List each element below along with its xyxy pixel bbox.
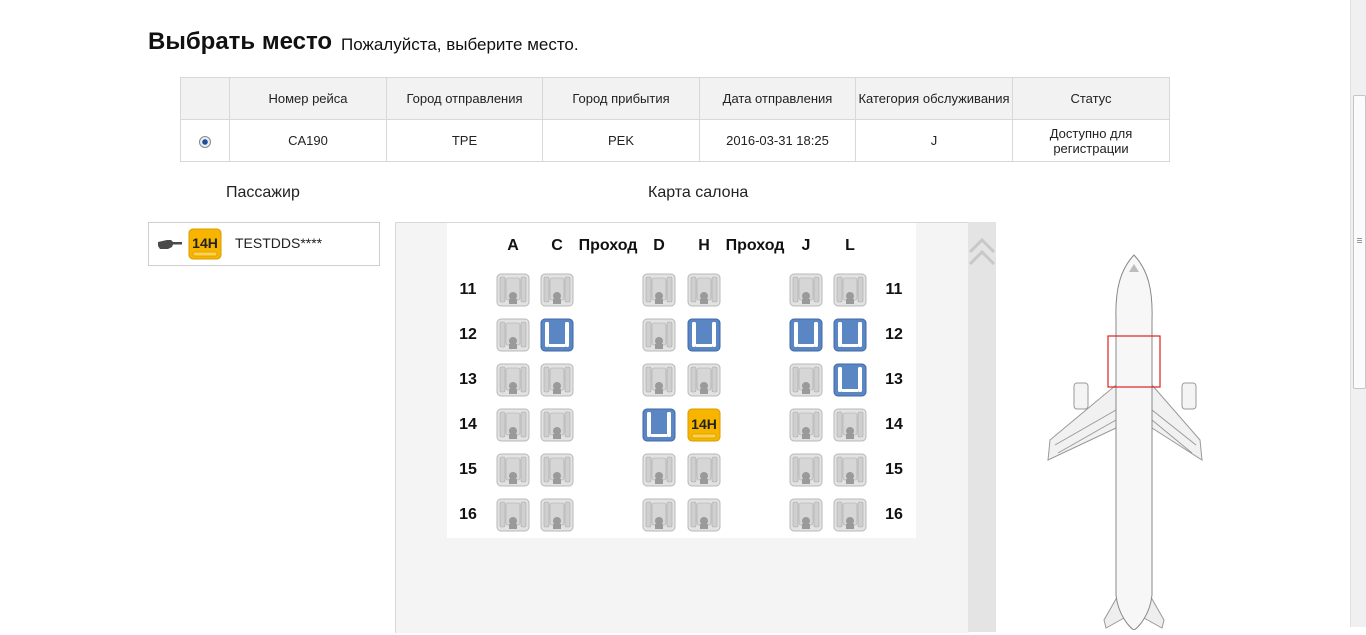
row-number-left: 11 [459,281,477,298]
flight-table: Номер рейса Город отправления Город приб… [180,77,1170,162]
row-number-right: 11 [885,281,903,298]
row-number-right: 12 [885,326,903,343]
occupied-seat [789,498,823,532]
departure-city: TPE [386,119,543,162]
occupied-seat [789,273,823,307]
page-scrollbar[interactable] [1350,0,1366,627]
arrival-city: PEK [542,119,700,162]
page-title: Выбрать место [148,28,333,55]
seat-column-header: D [653,237,665,254]
occupied-seat [496,273,530,307]
flight-status: Доступно для регистрации [1012,119,1170,162]
passenger-seat-badge: 14H [188,228,222,260]
selected-seat-label: 14H [691,416,717,432]
seat-column-header: J [801,237,811,254]
seat-column-header: C [551,237,563,254]
seat-map-scroller[interactable] [968,222,996,632]
row-number-left: 12 [459,326,477,343]
occupied-seat [642,318,676,352]
double-chevron-up-icon[interactable] [968,232,996,270]
occupied-seat [789,408,823,442]
occupied-seat [496,408,530,442]
row-number-left: 16 [459,506,477,523]
occupied-seat [642,273,676,307]
occupied-seat [540,273,574,307]
passenger-item[interactable]: 14H TESTDDS**** [148,222,380,266]
occupied-seat [540,498,574,532]
departure-date: 2016-03-31 18:25 [699,119,856,162]
column-header: Дата отправления [699,77,856,120]
selected-seat[interactable]: 14H [687,408,721,442]
available-seat[interactable] [540,318,574,352]
row-number-right: 14 [885,416,903,433]
flight-number: CA190 [229,119,387,162]
occupied-seat [642,498,676,532]
row-number-left: 13 [459,371,477,388]
occupied-seat [642,453,676,487]
occupied-seat [789,453,823,487]
flight-radio[interactable] [199,135,211,148]
occupied-seat [496,363,530,397]
table-row[interactable]: CA190 TPE PEK 2016-03-31 18:25 J Доступн… [180,119,1170,162]
occupied-seat [540,363,574,397]
flight-select-cell[interactable] [180,119,230,162]
row-number-right: 16 [885,506,903,523]
occupied-seat [789,363,823,397]
column-header: Номер рейса [229,77,387,120]
scroll-grip-icon [1357,238,1362,239]
occupied-seat [687,273,721,307]
occupied-seat [540,453,574,487]
occupied-seat [687,498,721,532]
column-header: Город прибытия [542,77,700,120]
occupied-seat [496,453,530,487]
occupied-seat [540,408,574,442]
available-seat[interactable] [833,318,867,352]
passenger-name: TESTDDS**** [235,235,323,251]
page-scroll-thumb[interactable] [1353,95,1366,389]
airplane-overview-icon [1040,250,1205,635]
occupied-seat [687,363,721,397]
row-number-left: 15 [459,461,477,478]
hand-pointer-icon [157,237,183,256]
occupied-seat [833,273,867,307]
occupied-seat [833,453,867,487]
select-column-header [180,77,230,120]
available-seat[interactable] [687,318,721,352]
service-class: J [855,119,1013,162]
occupied-seat [833,408,867,442]
occupied-seat [496,498,530,532]
column-header: Город отправления [386,77,543,120]
available-seat[interactable] [642,408,676,442]
occupied-seat [642,363,676,397]
seat-column-header: A [507,237,519,254]
seat-column-header: L [845,237,855,254]
row-number-right: 15 [885,461,903,478]
flight-table-header: Номер рейса Город отправления Город приб… [180,77,1170,120]
occupied-seat [496,318,530,352]
column-header: Категория обслуживания [855,77,1013,120]
seat-map-title: Карта салона [648,184,749,201]
passenger-section-title: Пассажир [226,184,300,201]
passenger-seat-number: 14H [192,235,218,251]
occupied-seat [687,453,721,487]
available-seat[interactable] [833,363,867,397]
row-number-right: 13 [885,371,903,388]
aisle-column-header: Проход [725,237,785,254]
available-seat[interactable] [789,318,823,352]
column-header: Статус [1012,77,1170,120]
page-subtitle: Пожалуйста, выберите место. [341,35,579,54]
seat-column-header: H [698,237,710,254]
occupied-seat [833,498,867,532]
aisle-column-header: Проход [578,237,638,254]
row-number-left: 14 [459,416,477,433]
